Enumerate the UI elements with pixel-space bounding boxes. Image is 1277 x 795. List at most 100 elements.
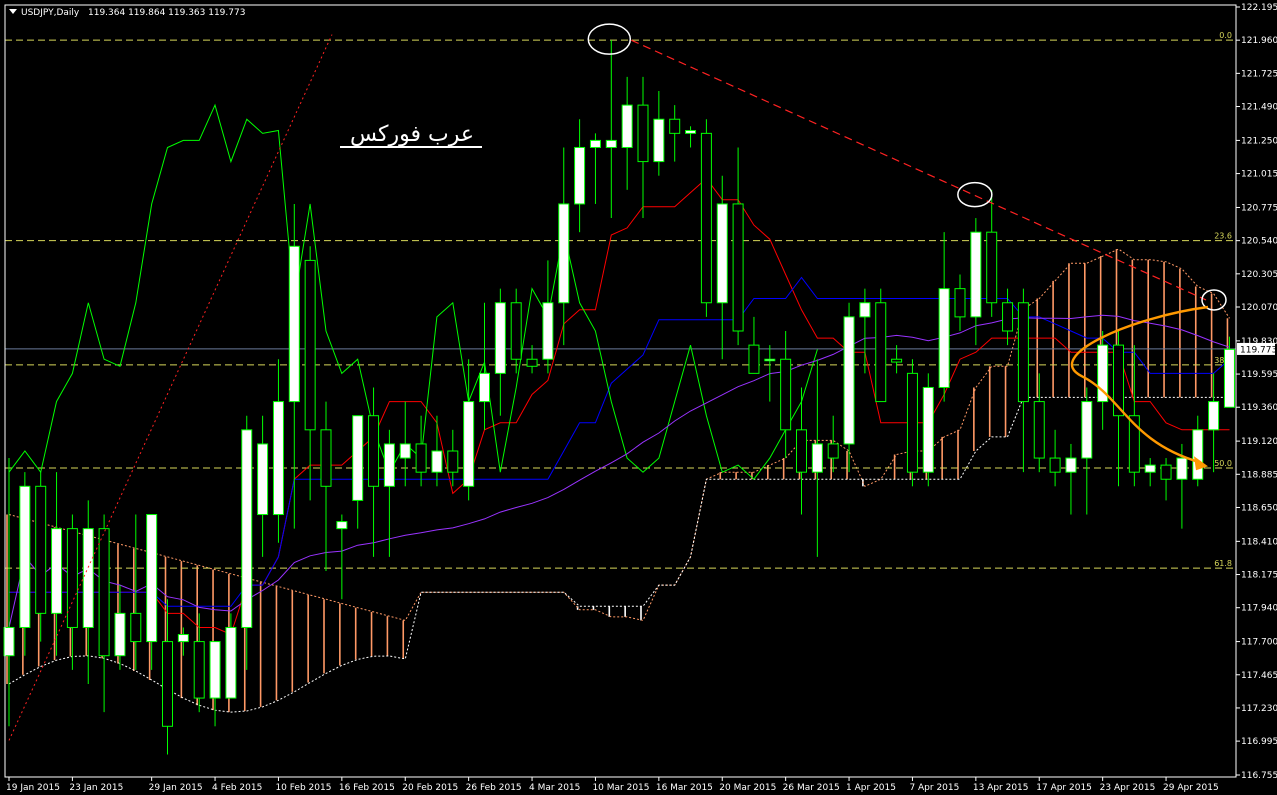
candle-body — [352, 415, 364, 501]
candle-body — [685, 130, 697, 134]
x-tick-label: 10 Feb 2015 — [275, 783, 331, 793]
y-tick-label: 121.015 — [1241, 170, 1277, 180]
candle-body — [716, 203, 728, 304]
candle-body — [700, 132, 712, 304]
candle-body — [827, 443, 839, 459]
x-tick-label: 29 Jan 2015 — [149, 783, 203, 793]
candle-body — [906, 372, 918, 473]
candle-body — [447, 450, 459, 473]
candle-body — [732, 203, 744, 332]
candle-body — [1160, 464, 1172, 480]
candle-body — [669, 118, 681, 134]
x-tick-label: 29 Apr 2015 — [1163, 783, 1219, 793]
candle-body — [19, 485, 31, 628]
candle-body — [605, 139, 617, 148]
candle-body — [98, 528, 110, 657]
candle-body — [796, 429, 807, 473]
y-tick-label: 116.995 — [1241, 737, 1277, 747]
candle-body — [1049, 457, 1061, 473]
fibo-label: 50.0 — [1214, 459, 1232, 468]
candle-body — [1223, 348, 1235, 408]
watermark-text: عرب فوركس — [350, 122, 474, 147]
candle-body — [272, 401, 284, 516]
x-tick-label: 4 Mar 2015 — [529, 783, 580, 793]
candle-body — [383, 443, 395, 487]
y-tick-label: 119.595 — [1241, 370, 1277, 380]
candle-body — [225, 626, 237, 699]
candle-body — [589, 139, 601, 148]
candle-body — [954, 288, 966, 318]
candle-body — [1144, 464, 1156, 473]
candle-body — [637, 104, 649, 163]
candle-body — [891, 358, 903, 363]
candle-body — [463, 401, 475, 487]
candle-body — [653, 118, 665, 163]
candle-body — [764, 358, 776, 362]
x-tick-label: 23 Jan 2015 — [69, 783, 123, 793]
candle-body — [922, 386, 934, 473]
y-tick-label: 118.175 — [1241, 571, 1277, 581]
candle-body — [574, 146, 586, 205]
candle-body — [241, 429, 253, 628]
candle-body — [748, 344, 760, 374]
candle-body — [986, 231, 998, 304]
candle-body — [35, 485, 47, 614]
candle-body — [970, 231, 982, 318]
y-tick-label: 117.940 — [1241, 604, 1277, 614]
candle-body — [415, 443, 427, 473]
candle-body — [1017, 302, 1029, 403]
candle-body — [1176, 457, 1188, 480]
price-chart[interactable]: 0.023.638.250.061.8 122.195121.960121.72… — [0, 0, 1277, 795]
x-tick-label: 16 Mar 2015 — [656, 783, 713, 793]
fibo-label: 0.0 — [1219, 31, 1232, 40]
x-tick-label: 10 Mar 2015 — [592, 783, 649, 793]
y-tick-label: 120.070 — [1241, 303, 1277, 313]
candle-body — [66, 528, 78, 628]
y-tick-label: 118.410 — [1241, 537, 1277, 547]
candle-body — [780, 358, 792, 431]
candle-body — [1208, 401, 1220, 431]
fibo-label: 61.8 — [1214, 559, 1232, 568]
x-tick-label: 20 Mar 2015 — [719, 783, 776, 793]
y-tick-label: 121.960 — [1241, 36, 1277, 46]
x-tick-label: 1 Apr 2015 — [846, 783, 896, 793]
x-tick-label: 13 Apr 2015 — [973, 783, 1029, 793]
candle-body — [320, 429, 332, 487]
y-tick-label: 117.230 — [1241, 704, 1277, 714]
y-tick-label: 120.540 — [1241, 237, 1277, 247]
x-tick-label: 7 Apr 2015 — [909, 783, 959, 793]
candle-body — [51, 528, 63, 614]
x-tick-label: 4 Feb 2015 — [212, 783, 262, 793]
candle-body — [811, 443, 823, 473]
ohlc-label: 119.364 119.864 119.363 119.773 — [88, 8, 245, 18]
y-tick-label: 117.465 — [1241, 671, 1277, 681]
candle-body — [542, 302, 554, 360]
candle-body — [1033, 401, 1045, 459]
x-tick-label: 23 Apr 2015 — [1100, 783, 1156, 793]
candle-body — [558, 203, 570, 304]
candle-body — [621, 104, 633, 148]
candle-body — [431, 450, 443, 473]
x-tick-label: 26 Feb 2015 — [466, 783, 522, 793]
x-tick-label: 26 Mar 2015 — [783, 783, 840, 793]
candle-body — [146, 514, 158, 643]
candle-body — [193, 641, 205, 699]
candle-body — [130, 612, 142, 643]
candle-body — [304, 259, 316, 431]
candle-body — [368, 415, 380, 487]
candle-body — [1065, 457, 1077, 473]
candle-body — [859, 302, 871, 318]
candle-body — [875, 302, 887, 403]
candle-body — [1192, 429, 1204, 480]
x-tick-label: 17 Apr 2015 — [1036, 783, 1092, 793]
candle-body — [288, 245, 300, 403]
candle-body — [209, 641, 221, 699]
x-tick-label: 20 Feb 2015 — [402, 783, 458, 793]
y-tick-label: 122.195 — [1241, 3, 1277, 13]
candle-body — [843, 316, 855, 445]
current-price-label: 119.773 — [1240, 345, 1277, 355]
candle-body — [82, 528, 94, 628]
candle-body — [938, 288, 950, 388]
x-tick-label: 19 Jan 2015 — [6, 783, 60, 793]
y-tick-label: 121.250 — [1241, 136, 1277, 146]
